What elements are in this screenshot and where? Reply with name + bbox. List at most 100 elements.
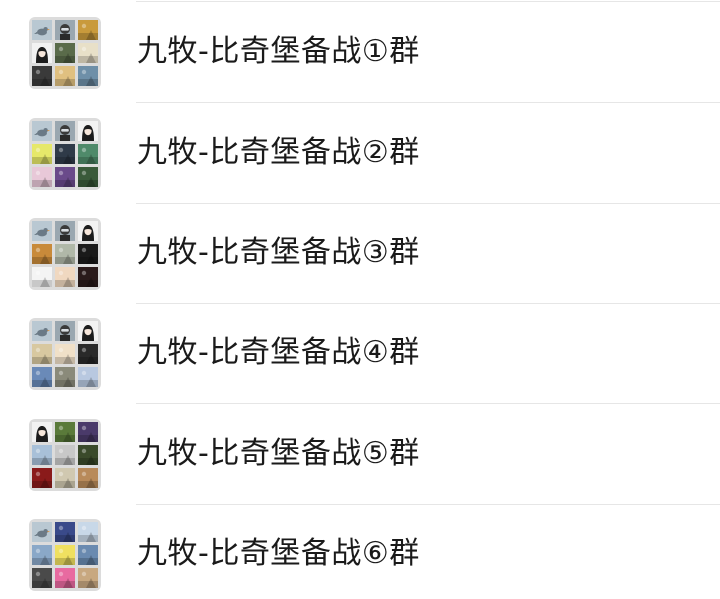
- member-avatar: [32, 144, 52, 164]
- photo-thumbnail-icon: [32, 270, 52, 287]
- member-avatar: [78, 244, 98, 264]
- member-avatar: [78, 66, 98, 86]
- photo-thumbnail-icon: [32, 147, 52, 164]
- photo-thumbnail-icon: [55, 270, 75, 287]
- girl-portrait-icon: [36, 47, 48, 63]
- member-avatar: [78, 445, 98, 465]
- member-avatar: [55, 367, 75, 387]
- photo-thumbnail-icon: [32, 247, 52, 264]
- photo-thumbnail-icon: [55, 471, 75, 488]
- photo-thumbnail-icon: [78, 170, 98, 187]
- chat-name: 九牧-比奇堡备战②群: [137, 135, 420, 170]
- photo-thumbnail-icon: [78, 147, 98, 164]
- photo-thumbnail-icon: [32, 170, 52, 187]
- photo-thumbnail-icon: [55, 548, 75, 565]
- member-avatar: [32, 244, 52, 264]
- photo-thumbnail-icon: [78, 347, 98, 364]
- group-avatar[interactable]: [29, 17, 101, 89]
- girl-portrait-icon: [36, 426, 48, 442]
- group-avatar[interactable]: [29, 419, 101, 491]
- member-avatar: [32, 367, 52, 387]
- photo-thumbnail-icon: [32, 370, 52, 387]
- member-avatar: [55, 321, 75, 341]
- member-avatar: [78, 344, 98, 364]
- member-avatar: [55, 468, 75, 488]
- photo-thumbnail-icon: [78, 571, 98, 588]
- group-avatar[interactable]: [29, 218, 101, 290]
- photo-thumbnail-icon: [32, 571, 52, 588]
- photo-thumbnail-icon: [55, 448, 75, 465]
- photo-thumbnail-icon: [55, 69, 75, 86]
- group-avatar[interactable]: [29, 318, 101, 390]
- group-avatar[interactable]: [29, 118, 101, 190]
- chat-row[interactable]: 九牧-比奇堡备战⑥群: [0, 504, 720, 599]
- member-avatar: [32, 167, 52, 187]
- photo-thumbnail-icon: [55, 46, 75, 63]
- member-avatar: [32, 445, 52, 465]
- member-avatar: [55, 267, 75, 287]
- bird-icon: [34, 328, 50, 337]
- photo-thumbnail-icon: [78, 548, 98, 565]
- photo-thumbnail-icon: [78, 370, 98, 387]
- bird-icon: [34, 529, 50, 538]
- member-avatar: [78, 144, 98, 164]
- photo-thumbnail-icon: [55, 525, 75, 542]
- member-avatar: [32, 422, 52, 442]
- member-avatar: [32, 321, 52, 341]
- photo-thumbnail-icon: [78, 525, 98, 542]
- member-avatar: [78, 545, 98, 565]
- member-avatar: [78, 468, 98, 488]
- member-avatar: [55, 545, 75, 565]
- member-avatar: [55, 244, 75, 264]
- member-avatar: [55, 568, 75, 588]
- chat-row[interactable]: 九牧-比奇堡备战③群: [0, 203, 720, 304]
- member-avatar: [32, 545, 52, 565]
- photo-thumbnail-icon: [55, 147, 75, 164]
- photo-thumbnail-icon: [32, 347, 52, 364]
- member-avatar: [78, 422, 98, 442]
- photo-thumbnail-icon: [78, 270, 98, 287]
- chat-row[interactable]: 九牧-比奇堡备战④群: [0, 303, 720, 404]
- member-avatar: [55, 422, 75, 442]
- group-chat-list: 九牧-比奇堡备战①群 九牧-比奇堡备战②群 九牧-比奇堡备战③群 九牧-比奇堡备…: [0, 0, 720, 599]
- member-avatar: [32, 43, 52, 63]
- photo-thumbnail-icon: [55, 571, 75, 588]
- member-avatar: [78, 267, 98, 287]
- photo-thumbnail-icon: [55, 425, 75, 442]
- chat-row[interactable]: 九牧-比奇堡备战①群: [0, 2, 720, 103]
- member-avatar: [55, 445, 75, 465]
- member-avatar: [32, 66, 52, 86]
- member-avatar: [32, 267, 52, 287]
- member-avatar: [32, 20, 52, 40]
- photo-thumbnail-icon: [78, 448, 98, 465]
- photo-thumbnail-icon: [32, 448, 52, 465]
- member-avatar: [55, 221, 75, 241]
- member-avatar: [78, 568, 98, 588]
- chat-name: 九牧-比奇堡备战⑥群: [137, 536, 420, 571]
- photo-thumbnail-icon: [78, 46, 98, 63]
- chat-row[interactable]: 九牧-比奇堡备战②群: [0, 103, 720, 204]
- photo-thumbnail-icon: [55, 247, 75, 264]
- photo-thumbnail-icon: [55, 347, 75, 364]
- chat-name: 九牧-比奇堡备战⑤群: [137, 436, 420, 471]
- photo-thumbnail-icon: [32, 548, 52, 565]
- group-avatar[interactable]: [29, 519, 101, 591]
- member-avatar: [32, 522, 52, 542]
- girl-portrait-icon: [82, 325, 94, 341]
- member-avatar: [55, 43, 75, 63]
- member-avatar: [55, 66, 75, 86]
- member-avatar: [55, 344, 75, 364]
- member-avatar: [55, 144, 75, 164]
- member-avatar: [32, 221, 52, 241]
- member-avatar: [78, 221, 98, 241]
- member-avatar: [78, 167, 98, 187]
- member-avatar: [78, 321, 98, 341]
- masked-person-icon: [60, 325, 70, 341]
- member-avatar: [32, 121, 52, 141]
- member-avatar: [78, 522, 98, 542]
- member-avatar: [78, 121, 98, 141]
- girl-portrait-icon: [82, 225, 94, 241]
- masked-person-icon: [60, 24, 70, 40]
- masked-person-icon: [60, 125, 70, 141]
- chat-row[interactable]: 九牧-比奇堡备战⑤群: [0, 404, 720, 505]
